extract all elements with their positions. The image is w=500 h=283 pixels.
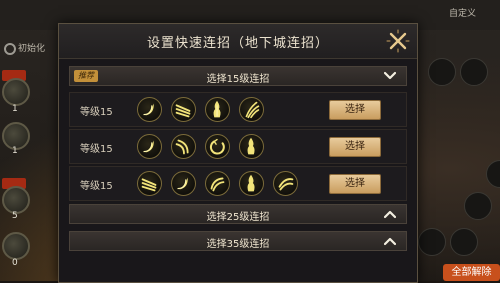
combo-row: 等级15 选择 bbox=[69, 166, 407, 201]
bg-skill-count: 0 bbox=[12, 258, 18, 268]
combo-row: 等级15 选择 bbox=[69, 92, 407, 127]
section-level15[interactable]: 推荐 选择15级连招 bbox=[69, 66, 407, 86]
bg-skill-slot[interactable] bbox=[2, 78, 30, 106]
bg-skill-slot[interactable] bbox=[2, 232, 30, 260]
bg-skill-count: 1 bbox=[12, 146, 18, 156]
whirl-slash-skill-icon bbox=[205, 134, 230, 159]
reset-all-button[interactable]: 全部解除 bbox=[443, 264, 500, 281]
crescent-slash-skill-icon bbox=[137, 97, 162, 122]
dialog-header: 设置快速连招（地下城连招） bbox=[59, 24, 417, 59]
bg-skill-slot[interactable] bbox=[418, 228, 446, 256]
bg-skill-count: 5 bbox=[12, 211, 18, 221]
combo-row: 等级15 选择 bbox=[69, 129, 407, 164]
dialog-title: 设置快速连招（地下城连招） bbox=[146, 36, 329, 51]
chevron-up-icon bbox=[384, 236, 396, 246]
flame-pillar-skill-icon bbox=[239, 171, 264, 196]
row-level-label: 等级15 bbox=[80, 181, 113, 192]
init-icon bbox=[4, 43, 16, 55]
bg-skill-slot[interactable] bbox=[2, 186, 30, 214]
select-combo-button[interactable]: 选择 bbox=[329, 100, 381, 120]
row-level-label: 等级15 bbox=[80, 107, 113, 118]
custom-setting-label[interactable]: 自定义 bbox=[449, 6, 476, 19]
claw-strike-skill-icon bbox=[171, 97, 196, 122]
flame-pillar-skill-icon bbox=[239, 134, 264, 159]
bg-skill-count: 1 bbox=[12, 104, 18, 114]
claw-strike-skill-icon bbox=[137, 171, 162, 196]
chevron-down-icon bbox=[384, 71, 396, 81]
claw-strike-skill-icon bbox=[171, 134, 196, 159]
quick-combo-dialog: 设置快速连招（地下城连招） 推荐 选择15级连招 等级15 选择 等级15 选择 bbox=[58, 23, 418, 283]
whirl-slash-skill-icon bbox=[205, 171, 230, 196]
section-level35[interactable]: 选择35级连招 bbox=[69, 231, 407, 251]
section-label: 选择25级连招 bbox=[206, 212, 270, 223]
rising-claw-skill-icon bbox=[273, 171, 298, 196]
select-combo-button[interactable]: 选择 bbox=[329, 137, 381, 157]
bg-skill-slot[interactable] bbox=[460, 58, 488, 86]
section-label: 选择15级连招 bbox=[206, 74, 270, 85]
close-icon bbox=[386, 29, 410, 53]
bg-skill-slot[interactable] bbox=[428, 58, 456, 86]
init-label[interactable]: 初始化 bbox=[18, 41, 45, 54]
section-level25[interactable]: 选择25级连招 bbox=[69, 204, 407, 224]
select-combo-button[interactable]: 选择 bbox=[329, 174, 381, 194]
close-button[interactable] bbox=[385, 28, 411, 54]
section-label: 选择35级连招 bbox=[206, 239, 270, 250]
flame-pillar-skill-icon bbox=[205, 97, 230, 122]
bg-skill-slot[interactable] bbox=[450, 228, 478, 256]
crescent-slash-skill-icon bbox=[171, 171, 196, 196]
row-level-label: 等级15 bbox=[80, 144, 113, 155]
bg-skill-slot[interactable] bbox=[464, 192, 492, 220]
rising-claw-skill-icon bbox=[239, 97, 264, 122]
crescent-slash-skill-icon bbox=[137, 134, 162, 159]
chevron-up-icon bbox=[384, 209, 396, 219]
